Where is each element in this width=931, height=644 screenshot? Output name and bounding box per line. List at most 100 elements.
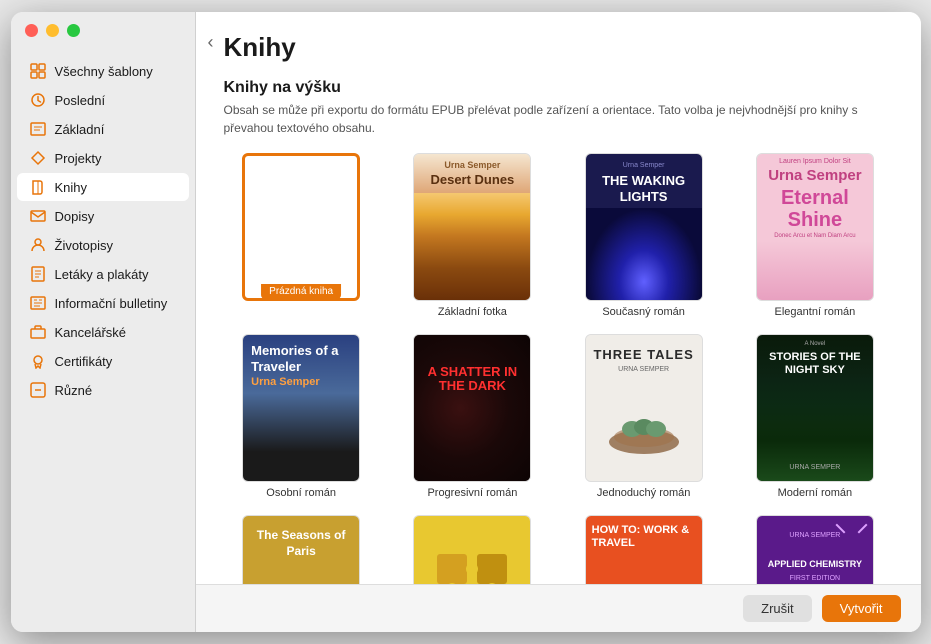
main-header: ‹ Knihy Knihy na výšku Obsah se může při…	[196, 12, 921, 153]
book-novel-label: A Novel	[757, 335, 873, 347]
briefcase-icon	[29, 323, 47, 341]
bulletin-icon	[29, 294, 47, 312]
sidebar-item-flyers[interactable]: Letáky a plakáty	[17, 260, 189, 288]
template-work-travel[interactable]: HOW TO: WORK & TRAVEL	[566, 515, 721, 584]
template-memories[interactable]: Memories of a Traveler Urna Semper Osobn…	[224, 334, 379, 499]
sidebar-item-label: Dopisy	[55, 209, 95, 224]
envelope-icon	[29, 207, 47, 225]
create-button[interactable]: Vytvořit	[822, 595, 901, 622]
sidebar-item-bulletins[interactable]: Informační bulletiny	[17, 289, 189, 317]
template-thumb-desert: Urna Semper Desert Dunes	[413, 153, 531, 301]
template-night-sky[interactable]: A Novel STORIES OF THE NIGHT SKY URNA SE…	[737, 334, 892, 499]
back-button[interactable]: ‹	[202, 30, 220, 55]
template-label-eternal: Elegantní román	[775, 306, 856, 318]
sidebar-item-label: Informační bulletiny	[55, 296, 168, 311]
sidebar-item-label: Knihy	[55, 180, 88, 195]
template-thumb-work-travel: HOW TO: WORK & TRAVEL	[585, 515, 703, 584]
book-tagline: Donec Arcu et Nam Diam Arcu	[757, 231, 873, 241]
book-title: THE WAKING LIGHTS	[586, 169, 702, 208]
cancel-button[interactable]: Zrušit	[743, 595, 812, 622]
sidebar-item-label: Základní	[55, 122, 105, 137]
minimize-button[interactable]	[46, 24, 59, 37]
close-x-decoration	[838, 524, 865, 526]
sidebar-item-biographies[interactable]: Životopisy	[17, 231, 189, 259]
template-thumb-night-sky: A Novel STORIES OF THE NIGHT SKY URNA SE…	[756, 334, 874, 482]
sidebar-item-label: Všechny šablony	[55, 64, 153, 79]
template-seasons[interactable]: The Seasons of Paris	[224, 515, 379, 584]
book-title: THREE TALES	[586, 335, 702, 366]
diamond-icon	[29, 149, 47, 167]
sidebar-item-certificates[interactable]: Certifikáty	[17, 347, 189, 375]
nest-illustration	[604, 397, 684, 457]
book-author-top: Urna Semper	[414, 154, 530, 170]
sidebar-item-label: Kancelářské	[55, 325, 127, 340]
template-label-night-sky: Moderní román	[778, 487, 853, 499]
person-icon	[29, 236, 47, 254]
sidebar-item-office[interactable]: Kancelářské	[17, 318, 189, 346]
sidebar-item-all-templates[interactable]: Všechny šablony	[17, 57, 189, 85]
sidebar-item-label: Projekty	[55, 151, 102, 166]
template-label-shatter: Progresivní román	[427, 487, 517, 499]
traffic-lights	[25, 24, 80, 37]
book-title: Memories of a Traveler	[243, 335, 359, 376]
template-desert-dunes[interactable]: Urna Semper Desert Dunes Základní fotka	[395, 153, 550, 318]
template-thumb-three-tales: THREE TALES URNA SEMPER	[585, 334, 703, 482]
app-window: Všechny šablony Poslední Základní	[11, 12, 921, 632]
clock-icon	[29, 91, 47, 109]
book-icon	[29, 178, 47, 196]
template-shatter[interactable]: A SHATTER IN THE DARK Progresivní román	[395, 334, 550, 499]
maximize-button[interactable]	[67, 24, 80, 37]
sidebar-item-basic[interactable]: Základní	[17, 115, 189, 143]
book-author: Lauren Ipsum Dolor Sit	[757, 154, 873, 165]
template-waking-lights[interactable]: Urna Semper THE WAKING LIGHTS Současný r…	[566, 153, 721, 318]
sidebar-item-label: Certifikáty	[55, 354, 113, 369]
footer: Zrušit Vytvořit	[196, 584, 921, 632]
template-thumb-eternal: Lauren Ipsum Dolor Sit Urna Semper Etern…	[756, 153, 874, 301]
template-puzzle[interactable]	[395, 515, 550, 584]
template-thumb-seasons: The Seasons of Paris	[242, 515, 360, 584]
book-edition: FIRST EDITION	[757, 575, 873, 582]
section-desc: Obsah se může při exportu do formátu EPU…	[224, 101, 893, 137]
book-author: URNA SEMPER	[757, 516, 873, 539]
sidebar-item-letters[interactable]: Dopisy	[17, 202, 189, 230]
certificate-icon	[29, 352, 47, 370]
main-content: ‹ Knihy Knihy na výšku Obsah se může při…	[196, 12, 921, 632]
template-empty-book[interactable]: Prázdná kniha	[224, 153, 379, 318]
book-title: The Seasons of Paris	[243, 516, 359, 563]
section-title: Knihy na výšku	[224, 79, 893, 97]
book-author: URNA SEMPER	[586, 366, 702, 373]
page-title: Knihy	[224, 32, 893, 63]
sidebar-item-books[interactable]: Knihy	[17, 173, 189, 201]
sidebar-item-label: Poslední	[55, 93, 106, 108]
template-eternal-shine[interactable]: Lauren Ipsum Dolor Sit Urna Semper Etern…	[737, 153, 892, 318]
book-author: URNA SEMPER	[757, 464, 873, 471]
template-grid-area: Prázdná kniha Urna Semper Desert Dunes Z…	[196, 153, 921, 584]
misc-icon	[29, 381, 47, 399]
template-label-three-tales: Jednoduchý román	[597, 487, 691, 499]
template-label-waking: Současný román	[602, 306, 685, 318]
template-three-tales[interactable]: THREE TALES URNA SEMPER	[566, 334, 721, 499]
sidebar-item-misc[interactable]: Různé	[17, 376, 189, 404]
book-title: A SHATTER IN THE DARK	[414, 335, 530, 398]
template-thumb-memories: Memories of a Traveler Urna Semper	[242, 334, 360, 482]
grid-icon	[29, 62, 47, 80]
template-thumb-shatter: A SHATTER IN THE DARK	[413, 334, 531, 482]
sidebar-item-label: Různé	[55, 383, 93, 398]
book-title: Urna Semper	[757, 165, 873, 187]
template-label-desert: Základní fotka	[438, 306, 507, 318]
sidebar-item-projects[interactable]: Projekty	[17, 144, 189, 172]
close-button[interactable]	[25, 24, 38, 37]
sidebar-item-label: Letáky a plakáty	[55, 267, 149, 282]
empty-book-badge: Prázdná kniha	[261, 284, 341, 299]
basic-icon	[29, 120, 47, 138]
book-author: Urna Semper	[243, 376, 359, 388]
book-title: Desert Dunes	[414, 170, 530, 189]
template-thumb-puzzle	[413, 515, 531, 584]
sidebar-item-recent[interactable]: Poslední	[17, 86, 189, 114]
template-thumb-applied-chem: URNA SEMPER APPLIED CHEMISTRY FIRST EDIT…	[756, 515, 874, 584]
template-label-memories: Osobní román	[266, 487, 336, 499]
book-subtitle-big: Eternal Shine	[757, 187, 873, 231]
template-applied-chem[interactable]: URNA SEMPER APPLIED CHEMISTRY FIRST EDIT…	[737, 515, 892, 584]
template-grid: Prázdná kniha Urna Semper Desert Dunes Z…	[224, 153, 893, 584]
sidebar-item-label: Životopisy	[55, 238, 114, 253]
